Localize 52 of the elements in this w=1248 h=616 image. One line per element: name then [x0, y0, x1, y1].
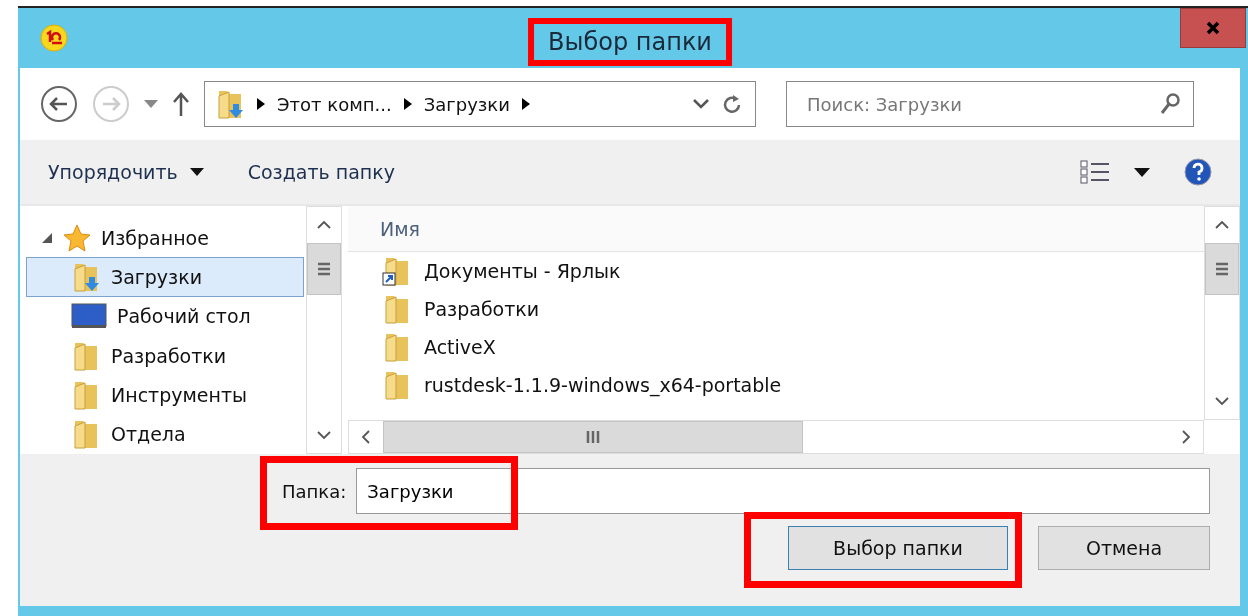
scrollbar-thumb[interactable] [383, 421, 803, 453]
dialog-button[interactable]: Отмена [1038, 526, 1210, 570]
chevron-down-icon[interactable] [693, 99, 709, 109]
file-item[interactable]: Документы - Ярлык [348, 252, 1204, 290]
breadcrumb-arrow-icon [403, 98, 412, 110]
folder-label: Папка: [282, 480, 347, 502]
dropdown-arrow-icon[interactable] [1134, 167, 1150, 177]
scroll-right-icon[interactable] [1181, 430, 1191, 444]
sidebar-item[interactable]: Рабочий стол [26, 296, 304, 336]
file-item[interactable]: ActiveX [348, 328, 1204, 366]
scroll-left-icon[interactable] [361, 430, 371, 444]
window-title: Выбор папки [528, 18, 732, 66]
breadcrumb-arrow-icon [521, 98, 530, 110]
back-icon[interactable] [40, 85, 78, 123]
scroll-up-icon[interactable] [317, 220, 331, 230]
new-folder-button[interactable]: Создать папку [247, 157, 395, 187]
breadcrumb-arrow-icon [257, 98, 265, 110]
help-icon[interactable] [1184, 158, 1212, 186]
desktop-icon [71, 303, 107, 330]
search-field[interactable]: Поиск: Загрузки [786, 81, 1194, 127]
breadcrumb[interactable]: Этот комп... [277, 93, 392, 115]
file-item[interactable]: rustdesk-1.1.9-windows_x64-portable [348, 366, 1204, 404]
sidebar-item[interactable]: Инструменты [26, 375, 304, 415]
sidebar-item[interactable]: Отдела [26, 414, 304, 454]
tree-group-label: Избранное [101, 226, 209, 249]
scroll-up-icon[interactable] [1215, 220, 1229, 230]
scroll-down-icon[interactable] [317, 430, 331, 440]
star-icon [63, 223, 91, 252]
refresh-icon[interactable] [721, 93, 743, 115]
address-bar[interactable]: Этот комп... Загрузки [204, 81, 756, 127]
scrollbar-thumb[interactable] [307, 243, 341, 295]
scrollbar-thumb[interactable] [1205, 243, 1239, 295]
view-options-icon[interactable] [1080, 160, 1110, 184]
close-icon[interactable] [1206, 21, 1220, 35]
tree-group[interactable]: Избранное [26, 218, 304, 258]
scroll-down-icon[interactable] [1215, 396, 1229, 406]
close-button[interactable] [1180, 8, 1246, 48]
column-header[interactable]: Имя [348, 206, 1204, 252]
expand-triangle-icon[interactable] [41, 231, 53, 244]
sidebar-item[interactable]: Загрузки [26, 257, 304, 297]
up-arrow-icon[interactable] [172, 92, 190, 116]
dropdown-arrow-icon [189, 168, 204, 176]
dialog-button[interactable]: Выбор папки [788, 526, 1008, 570]
organize-menu[interactable]: Упорядочить [48, 157, 204, 187]
app-logo-icon [40, 24, 68, 52]
file-item[interactable]: Разработки [348, 290, 1204, 328]
folder-input[interactable]: Загрузки [356, 468, 1210, 514]
breadcrumb[interactable]: Загрузки [423, 93, 510, 115]
downloads-folder-icon [215, 88, 245, 120]
search-icon[interactable] [1160, 93, 1180, 115]
downloads-folder-icon [71, 261, 101, 293]
sidebar-item[interactable]: Разработки [26, 336, 304, 376]
